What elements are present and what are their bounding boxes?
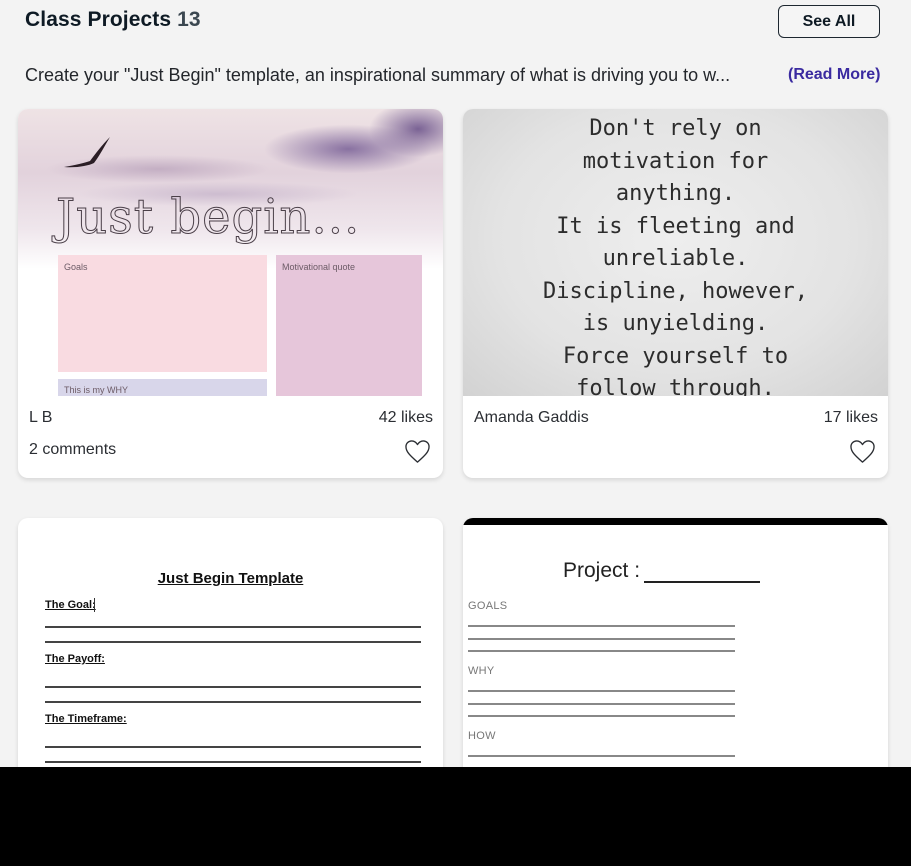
heart-outline-icon[interactable] [849,439,876,464]
template-title: Just Begin Template [157,570,304,587]
section-title: Class Projects 13 [25,8,201,32]
quote-line: Don't rely on [589,116,762,141]
see-all-button[interactable]: See All [778,5,880,38]
offscreen-area [0,767,911,866]
quote-line: It is fleeting and [556,213,795,239]
write-line [45,761,421,763]
project-thumbnail[interactable]: Just begin... Goals Motivational quote T… [18,109,443,396]
write-line [468,715,735,717]
write-line [468,625,735,627]
project-description: Create your "Just Begin" template, an in… [25,65,731,85]
write-line [468,703,735,705]
quote-line: motivation for [582,148,769,174]
quote-line: follow through. [576,376,775,396]
write-line [468,638,735,640]
timeframe-label: The Timeframe: [45,713,127,725]
project-author[interactable]: Amanda Gaddis [474,409,589,427]
project-card[interactable]: Don't rely on motivation for anything. I… [463,109,888,478]
heart-outline-icon[interactable] [404,439,431,464]
write-line [45,686,421,688]
payoff-label: The Payoff: [45,653,105,665]
text-cursor [94,598,95,612]
motivational-quote-box: Motivational quote [276,255,422,396]
write-line [45,641,421,643]
why-box: This is my WHY [58,379,267,396]
project-author[interactable]: L B [29,409,52,427]
project-card[interactable]: Just begin... Goals Motivational quote T… [18,109,443,478]
why-label: WHY [468,665,495,677]
thumbnail-title: Just begin... [55,189,361,246]
bird-icon [64,137,110,168]
section-title-text: Class Projects [25,8,172,31]
read-more-link[interactable]: (Read More) [788,66,880,84]
comment-count[interactable]: 2 comments [29,441,116,459]
goals-label: GOALS [468,600,508,612]
quote-line: is unyielding. [582,311,769,336]
quote-line: unreliable. [602,246,749,271]
project-name-blank [644,581,760,583]
like-count: 42 likes [378,409,433,426]
project-heading: Project : [563,559,641,582]
project-thumbnail[interactable]: Don't rely on motivation for anything. I… [463,109,888,396]
quote-line: Discipline, however, [543,278,808,304]
quote-line: Force yourself to [562,343,789,369]
quote-text: Don't rely on motivation for anything. I… [463,113,888,396]
write-line [45,746,421,748]
how-label: HOW [468,730,496,742]
write-line [45,701,421,703]
write-line [468,650,735,652]
goals-box: Goals [58,255,267,372]
quote-line: anything. [615,181,736,206]
like-count: 17 likes [823,409,878,426]
top-bar [463,518,888,525]
project-count: 13 [177,8,201,31]
write-line [45,626,421,628]
goal-label: The Goal: [45,599,96,611]
write-line [468,690,735,692]
write-line [468,755,735,757]
